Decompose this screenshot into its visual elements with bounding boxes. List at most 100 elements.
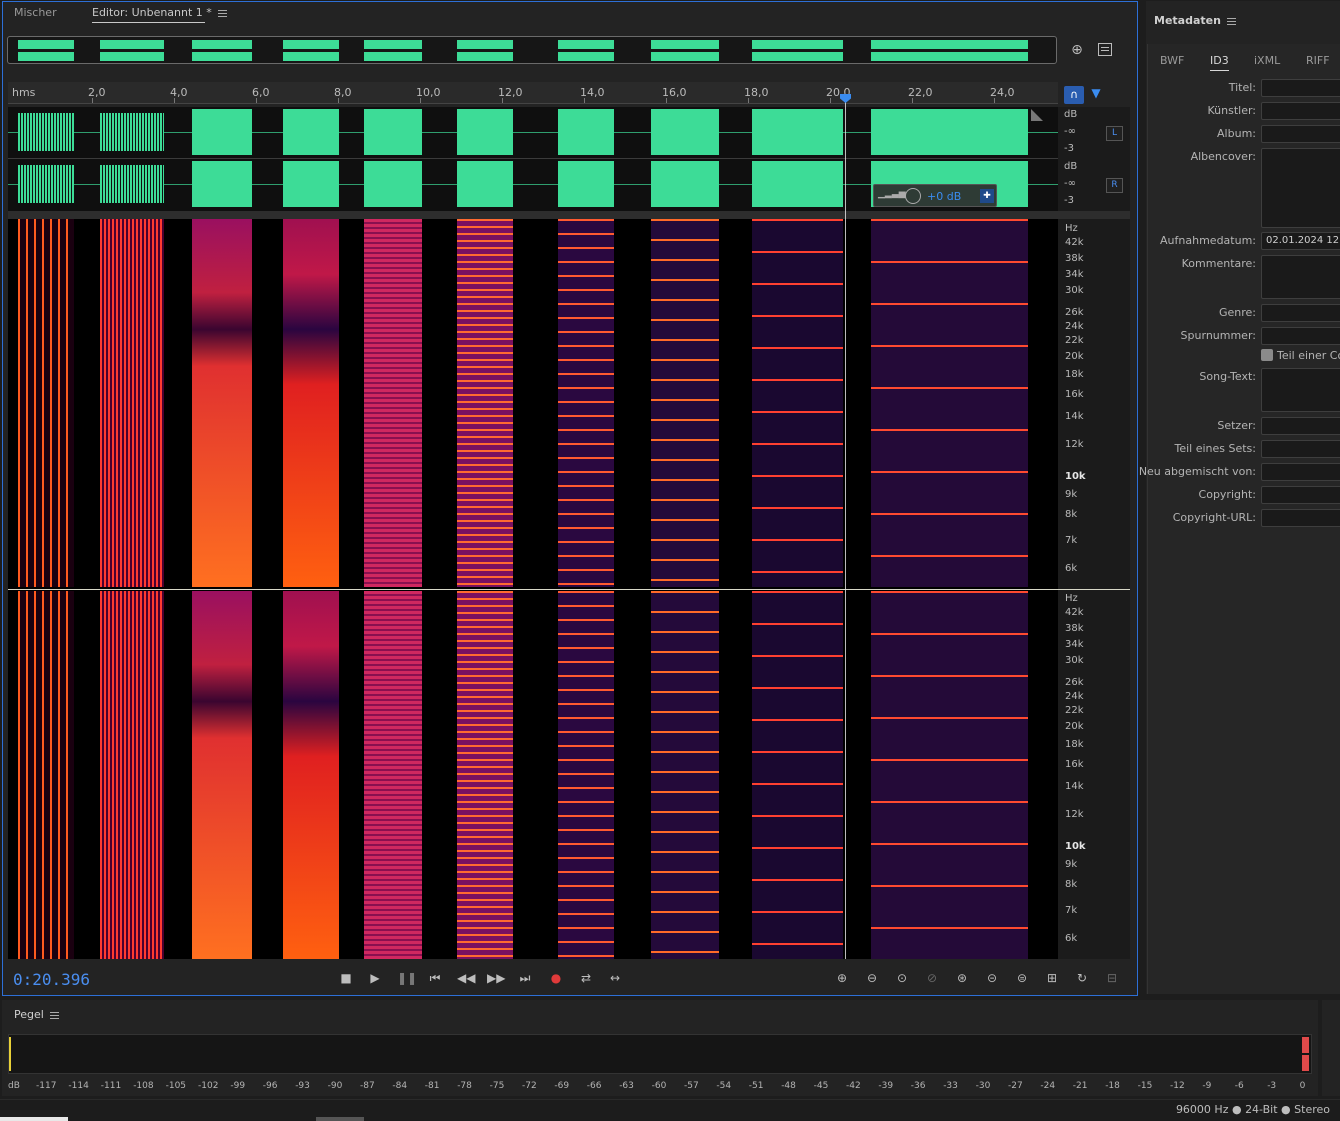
- zoom-selection-icon[interactable]: ⊘: [924, 970, 940, 986]
- zoom-out-amplitude-icon[interactable]: ⊖: [864, 970, 880, 986]
- pin-icon[interactable]: ✚: [980, 189, 994, 203]
- field-label-spurnummer: Spurnummer:: [1180, 329, 1256, 342]
- tab-mixer[interactable]: Mischer: [14, 6, 57, 19]
- level-scale-label: -72: [522, 1081, 537, 1091]
- record-icon[interactable]: ●: [548, 970, 564, 986]
- display-options-icon[interactable]: [1098, 43, 1112, 56]
- level-scale-label: -114: [68, 1081, 89, 1091]
- field-label-neuabgemischtvon: Neu abgemischt von:: [1138, 465, 1256, 478]
- level-scale-label: -93: [295, 1081, 310, 1091]
- field-input-setzer[interactable]: [1261, 417, 1340, 435]
- zoom-in-left-icon[interactable]: ⊜: [1014, 970, 1030, 986]
- ruler-tick: [338, 98, 339, 103]
- channel-left-toggle[interactable]: L: [1106, 126, 1123, 141]
- hz-tick-label: 20k: [1065, 721, 1084, 732]
- zoom-in-time-icon[interactable]: ⊛: [954, 970, 970, 986]
- field-input-titel[interactable]: [1261, 79, 1340, 97]
- level-scale-label: -105: [165, 1081, 187, 1091]
- level-scale-label: -81: [424, 1081, 440, 1091]
- rewind-icon[interactable]: ◀◀: [457, 970, 475, 986]
- tab-riff[interactable]: RIFF: [1306, 54, 1330, 67]
- hud-gain-control[interactable]: ▁▂▃▅ +0 dB ✚: [873, 184, 997, 207]
- level-menu-icon[interactable]: [49, 1011, 59, 1019]
- hz-tick-label: 26k: [1065, 307, 1084, 318]
- compilation-checkbox[interactable]: [1261, 349, 1273, 361]
- zoom-out-time-icon[interactable]: ⊝: [984, 970, 1000, 986]
- go-to-start-icon[interactable]: ⏮: [427, 970, 443, 986]
- field-label-aufnahmedatum: Aufnahmedatum:: [1160, 234, 1256, 247]
- ruler-unit: hms: [12, 86, 36, 99]
- play-icon[interactable]: ▶: [367, 970, 383, 986]
- overview-clip: [192, 40, 252, 49]
- field-input-albencover[interactable]: [1261, 148, 1340, 228]
- field-input-aufnahmedatum[interactable]: 02.01.2024 12:5: [1261, 232, 1340, 250]
- level-meter[interactable]: [8, 1034, 1312, 1074]
- tab-bwf[interactable]: BWF: [1160, 54, 1184, 67]
- hz-tick-label: 9k: [1065, 859, 1078, 870]
- gain-knob[interactable]: [905, 188, 921, 204]
- time-ruler[interactable]: hms 2,0 4,0 6,0 8,0 10,0 12,0 14,0 16,0 18,0 20,0…: [8, 82, 1058, 104]
- hz-tick-label: 42k: [1065, 607, 1084, 618]
- field-label-setzer: Setzer:: [1217, 419, 1256, 432]
- tab-editor[interactable]: Editor: Unbenannt 1 *: [92, 6, 227, 23]
- snap-icon[interactable]: ∩: [1064, 86, 1084, 104]
- level-scale-label: -60: [651, 1081, 667, 1091]
- metadata-menu-icon[interactable]: [1226, 17, 1236, 25]
- zoom-full-icon[interactable]: ⊙: [894, 970, 910, 986]
- field-input-neuabgemischtvon[interactable]: [1261, 463, 1340, 481]
- level-scale-label: -63: [619, 1081, 634, 1091]
- tab-id3[interactable]: ID3: [1210, 54, 1229, 71]
- overview-clip: [283, 52, 339, 61]
- zoom-options-icon[interactable]: ⊟: [1104, 970, 1120, 986]
- zoom-in-amplitude-icon[interactable]: ⊕: [834, 970, 850, 986]
- waveform-clip: [457, 109, 513, 155]
- view-splitter[interactable]: [8, 211, 1130, 219]
- zoom-in-right-icon[interactable]: ⊞: [1044, 970, 1060, 986]
- marker-icon[interactable]: ▼: [1088, 86, 1104, 104]
- hz-tick-label: 30k: [1065, 655, 1084, 666]
- ruler-tick: [830, 98, 831, 103]
- fast-forward-icon[interactable]: ▶▶: [487, 970, 505, 986]
- scroll-thumb[interactable]: [316, 1117, 364, 1121]
- waveform-clip: [871, 109, 1028, 155]
- go-to-end-icon[interactable]: ⏭: [517, 970, 533, 986]
- overview-bar[interactable]: [7, 36, 1057, 64]
- level-scale-label: -84: [392, 1081, 408, 1091]
- hz-tick-label: 22k: [1065, 705, 1084, 716]
- field-input-künstler[interactable]: [1261, 102, 1340, 120]
- field-input-album[interactable]: [1261, 125, 1340, 143]
- field-input-teileinessets[interactable]: [1261, 440, 1340, 458]
- loop-icon[interactable]: ⇄: [578, 970, 594, 986]
- field-input-genre[interactable]: [1261, 304, 1340, 322]
- field-input-kommentare[interactable]: [1261, 255, 1340, 299]
- spectral-clip: [100, 591, 164, 959]
- playhead[interactable]: [845, 96, 846, 959]
- level-scale-label: -33: [943, 1081, 958, 1091]
- field-input-copyright[interactable]: [1261, 486, 1340, 504]
- level-scale-label: -69: [554, 1081, 570, 1091]
- field-input-songtext[interactable]: [1261, 368, 1340, 412]
- spectral-clip: [364, 219, 422, 587]
- level-scale-label: -18: [1105, 1081, 1120, 1091]
- gain-value: +0 dB: [927, 190, 962, 203]
- zoom-reset-icon[interactable]: ↻: [1074, 970, 1090, 986]
- pause-icon[interactable]: ❚❚: [397, 970, 417, 986]
- skip-selection-icon[interactable]: ↔: [607, 970, 623, 986]
- overview-clip: [558, 52, 614, 61]
- field-label-copyright: Copyright:: [1198, 488, 1256, 501]
- tab-ixml[interactable]: iXML: [1254, 54, 1280, 67]
- level-scale-label: -78: [457, 1081, 472, 1091]
- field-label-genre: Genre:: [1218, 306, 1256, 319]
- hz-tick-label: 16k: [1065, 389, 1084, 400]
- panel-menu-icon[interactable]: [217, 9, 227, 17]
- stop-icon[interactable]: ■: [338, 970, 354, 986]
- waveform-clip: [283, 161, 339, 207]
- field-input-spurnummer[interactable]: [1261, 327, 1340, 345]
- hz-tick-label: 24k: [1065, 691, 1084, 702]
- channel-right-toggle[interactable]: R: [1106, 178, 1123, 193]
- zoom-navigator-icon[interactable]: ⊕: [1068, 42, 1086, 60]
- hz-tick-label: 34k: [1065, 639, 1084, 650]
- field-input-copyrighturl[interactable]: [1261, 509, 1340, 527]
- spectral-clip: [871, 219, 1028, 587]
- overview-clip: [651, 40, 719, 49]
